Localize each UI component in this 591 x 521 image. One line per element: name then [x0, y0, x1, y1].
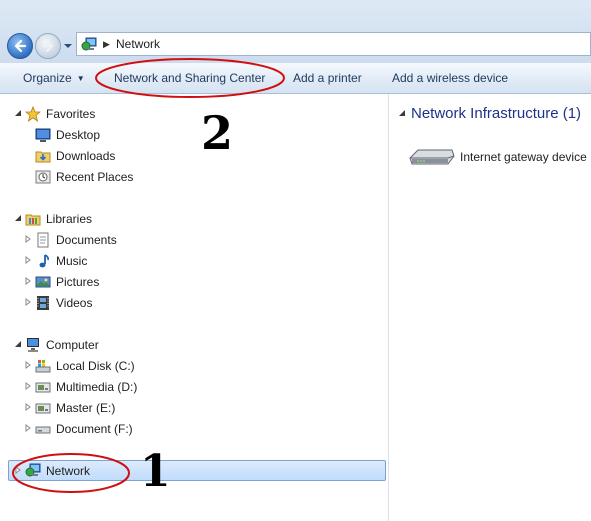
collapsed-triangle-icon[interactable]: [24, 256, 32, 264]
nav-item-multimedia-d[interactable]: Multimedia (D:): [0, 378, 380, 396]
network-icon: [25, 463, 41, 477]
arrow-left-icon: [14, 39, 27, 53]
collapsed-triangle-icon[interactable]: [24, 403, 32, 411]
nav-item-document-f[interactable]: Document (F:): [0, 420, 380, 438]
nav-item-label: Pictures: [56, 275, 100, 289]
nav-computer[interactable]: Computer: [0, 336, 380, 354]
network-icon: [81, 37, 97, 51]
breadcrumb-chevron-icon[interactable]: ▶: [103, 39, 110, 50]
address-field[interactable]: ▶ Network: [76, 32, 591, 56]
nav-item-label: Documents: [56, 233, 117, 247]
nav-favorites[interactable]: Favorites: [0, 105, 380, 123]
nav-item-local-disk-c[interactable]: Local Disk (C:): [0, 357, 380, 375]
nav-favorites-label: Favorites: [46, 107, 96, 121]
nav-item-recent-places[interactable]: Recent Places: [0, 168, 380, 186]
nav-network-label: Network: [46, 464, 91, 478]
nav-libraries[interactable]: Libraries: [0, 210, 380, 228]
network-sharing-center-button[interactable]: Network and Sharing Center: [114, 71, 265, 85]
desktop-icon: [35, 128, 51, 142]
videos-film-icon: [37, 296, 49, 310]
expanded-triangle-icon[interactable]: [14, 214, 22, 222]
add-printer-button[interactable]: Add a printer: [293, 71, 362, 85]
forward-button[interactable]: [35, 33, 61, 59]
downloads-folder-icon: [35, 151, 51, 163]
nav-item-videos[interactable]: Videos: [0, 294, 380, 312]
collapsed-triangle-icon[interactable]: [24, 277, 32, 285]
nav-network[interactable]: Network: [0, 462, 380, 480]
organize-menu-button[interactable]: Organize ▼: [23, 71, 85, 85]
nav-item-label: Music: [56, 254, 88, 268]
back-button[interactable]: [7, 33, 33, 59]
command-bar: Organize ▼ Network and Sharing Center Add…: [0, 63, 591, 94]
nav-item-music[interactable]: Music: [0, 252, 380, 270]
computer-icon: [27, 338, 39, 352]
router-icon: [409, 149, 455, 165]
nav-computer-label: Computer: [46, 338, 99, 352]
nav-item-master-e[interactable]: Master (E:): [0, 399, 380, 417]
nav-item-label: Multimedia (D:): [56, 380, 138, 394]
chevron-down-icon: ▼: [76, 74, 85, 83]
nav-item-label: Master (E:): [56, 401, 116, 415]
drive-icon: [35, 382, 51, 393]
nav-item-downloads[interactable]: Downloads: [0, 147, 380, 165]
device-internet-gateway[interactable]: Internet gateway device: [408, 144, 591, 174]
organize-label: Organize: [23, 71, 72, 85]
recent-places-icon: [35, 170, 51, 184]
nav-item-label: Recent Places: [56, 170, 134, 184]
recent-pages-dropdown-icon[interactable]: [63, 41, 73, 51]
documents-icon: [37, 232, 49, 248]
collapsed-triangle-icon[interactable]: [24, 361, 32, 369]
device-label: Internet gateway device: [460, 150, 587, 164]
expanded-triangle-icon[interactable]: [14, 340, 22, 348]
nav-item-label: Document (F:): [56, 422, 133, 436]
nav-item-documents[interactable]: Documents: [0, 231, 380, 249]
nav-item-label: Videos: [56, 296, 93, 310]
arrow-right-icon: [41, 39, 54, 53]
collapsed-triangle-icon[interactable]: [14, 466, 22, 474]
libraries-icon: [25, 214, 41, 226]
add-wireless-device-button[interactable]: Add a wireless device: [392, 71, 508, 85]
nav-item-label: Local Disk (C:): [56, 359, 135, 373]
group-header[interactable]: Network Infrastructure (1): [411, 105, 581, 122]
collapsed-triangle-icon[interactable]: [24, 382, 32, 390]
music-note-icon: [39, 254, 49, 268]
nav-item-label: Downloads: [56, 149, 116, 163]
drive-icon: [35, 403, 51, 414]
expanded-triangle-icon[interactable]: [14, 109, 22, 117]
system-drive-icon: [35, 360, 51, 373]
collapsed-triangle-icon[interactable]: [24, 235, 32, 243]
nav-item-label: Desktop: [56, 128, 101, 142]
pictures-icon: [35, 276, 51, 288]
collapsed-triangle-icon[interactable]: [24, 298, 32, 306]
removable-drive-icon: [35, 426, 51, 434]
address-location[interactable]: Network: [116, 37, 160, 51]
star-icon: [25, 106, 41, 122]
nav-item-desktop[interactable]: Desktop: [0, 126, 380, 144]
collapsed-triangle-icon[interactable]: [24, 424, 32, 432]
address-bar: ▶ Network: [0, 0, 591, 63]
nav-libraries-label: Libraries: [46, 212, 93, 226]
nav-item-pictures[interactable]: Pictures: [0, 273, 380, 291]
group-expanded-triangle-icon[interactable]: [398, 109, 406, 117]
content-pane: Network Infrastructure (1) Internet gate…: [389, 94, 591, 521]
